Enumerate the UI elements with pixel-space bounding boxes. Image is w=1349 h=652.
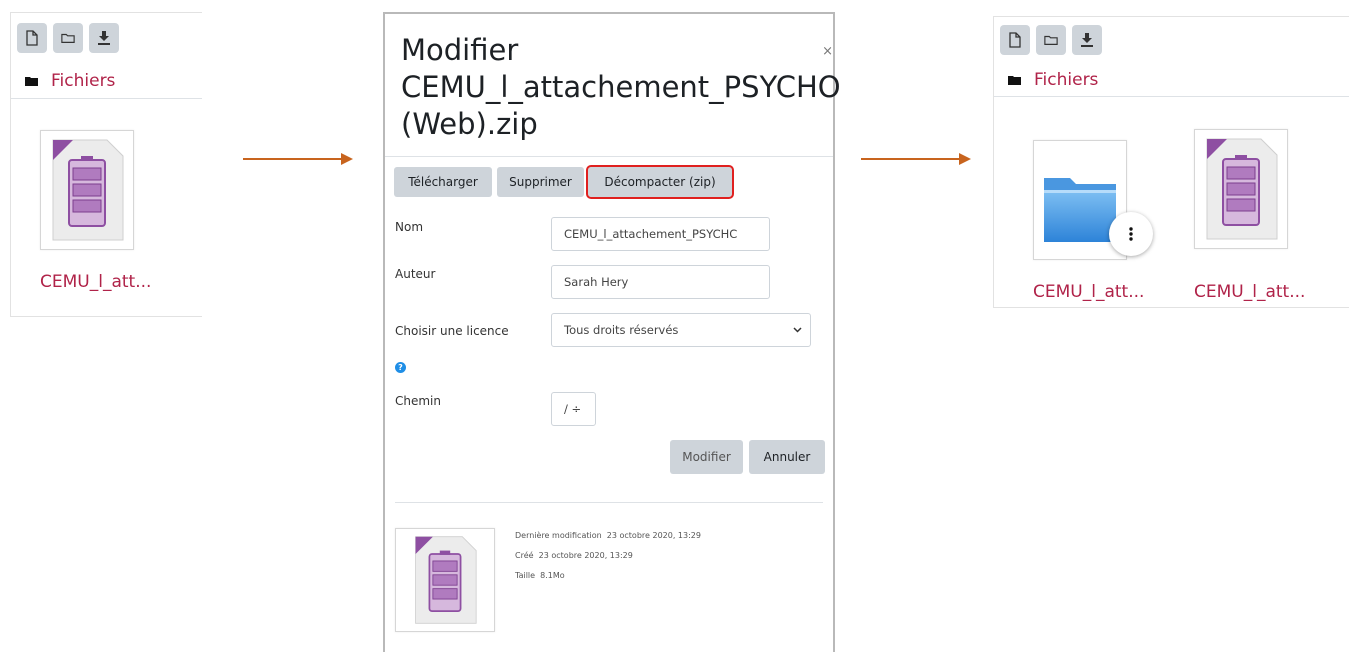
modified-value: 23 octobre 2020, 13:29 [606,531,701,540]
arrow-step-1 [243,153,353,165]
new-folder-icon [61,33,75,43]
folder-item[interactable]: CEMU_l_att... [1033,140,1153,302]
file-name-link[interactable]: CEMU_l_att... [1194,282,1305,302]
created-value: 23 octobre 2020, 13:29 [538,551,633,560]
file-name-link[interactable]: CEMU_l_att... [40,272,151,292]
file-manager-toolbar [1000,25,1102,55]
path-select[interactable]: / ÷ [551,392,596,426]
divider [385,156,833,157]
download-button[interactable]: Télécharger [394,167,492,197]
zip-archive-icon [52,139,124,241]
zip-archive-icon [415,536,477,624]
folder-name-link[interactable]: CEMU_l_att... [1033,282,1144,302]
create-folder-button[interactable] [53,23,83,53]
license-select[interactable]: Tous droits réservés [551,313,811,347]
close-icon[interactable]: × [822,44,833,59]
modified-label: Dernière modification [515,531,602,540]
new-file-icon [26,30,38,46]
folder-icon [25,76,38,86]
new-file-icon [1009,32,1021,48]
path-label: Chemin [395,394,441,408]
update-button[interactable]: Modifier [670,440,743,474]
help-icon[interactable]: ? [395,362,406,373]
folder-icon [1044,178,1116,242]
file-item[interactable]: CEMU_l_att... [40,130,151,292]
create-folder-button[interactable] [1036,25,1066,55]
download-all-button[interactable] [1072,25,1102,55]
folder-icon [1008,75,1021,85]
file-manager-before: Fichiers CEMU_l_att... [10,12,202,317]
file-info-created: Créé 23 octobre 2020, 13:29 [515,549,633,562]
size-value: 8.1Mo [540,571,565,580]
file-manager-after: Fichiers CEMU_l_att... CEMU_l_att... [993,16,1349,308]
author-label: Auteur [395,267,436,281]
dialog-title: Modifier CEMU_l_attachement_PSYCHO (Web)… [401,33,841,141]
cancel-button[interactable]: Annuler [749,440,825,474]
download-icon [1081,33,1093,47]
arrow-step-2 [861,153,971,165]
file-info-size: Taille 8.1Mo [515,569,565,582]
add-file-button[interactable] [17,23,47,53]
name-input[interactable]: CEMU_l_attachement_PSYCHC [551,217,770,251]
download-all-button[interactable] [89,23,119,53]
add-file-button[interactable] [1000,25,1030,55]
new-folder-icon [1044,35,1058,45]
download-icon [98,31,110,45]
size-label: Taille [515,571,536,580]
more-options-button[interactable] [1109,212,1153,256]
file-info-modified: Dernière modification 23 octobre 2020, 1… [515,529,701,542]
unzip-button[interactable]: Décompacter (zip) [586,165,734,199]
file-thumbnail[interactable] [40,130,134,250]
license-label: Choisir une licence [395,324,509,338]
breadcrumb-root-link[interactable]: Fichiers [51,71,115,91]
file-thumbnail[interactable] [1194,129,1288,249]
breadcrumb: Fichiers [994,63,1349,97]
license-select-value: Tous droits réservés [564,323,679,337]
chevron-down-icon [793,327,802,333]
breadcrumb: Fichiers [11,63,202,99]
file-manager-toolbar [17,23,119,53]
delete-button[interactable]: Supprimer [497,167,584,197]
kebab-menu-icon [1129,227,1133,241]
file-item[interactable]: CEMU_l_att... [1194,129,1305,302]
file-preview [395,528,495,632]
edit-file-dialog: Modifier CEMU_l_attachement_PSYCHO (Web)… [383,12,841,652]
name-label: Nom [395,220,424,234]
author-input[interactable]: Sarah Hery [551,265,770,299]
breadcrumb-root-link[interactable]: Fichiers [1034,70,1098,90]
zip-archive-icon [1206,138,1278,240]
created-label: Créé [515,551,534,560]
divider [395,502,823,503]
